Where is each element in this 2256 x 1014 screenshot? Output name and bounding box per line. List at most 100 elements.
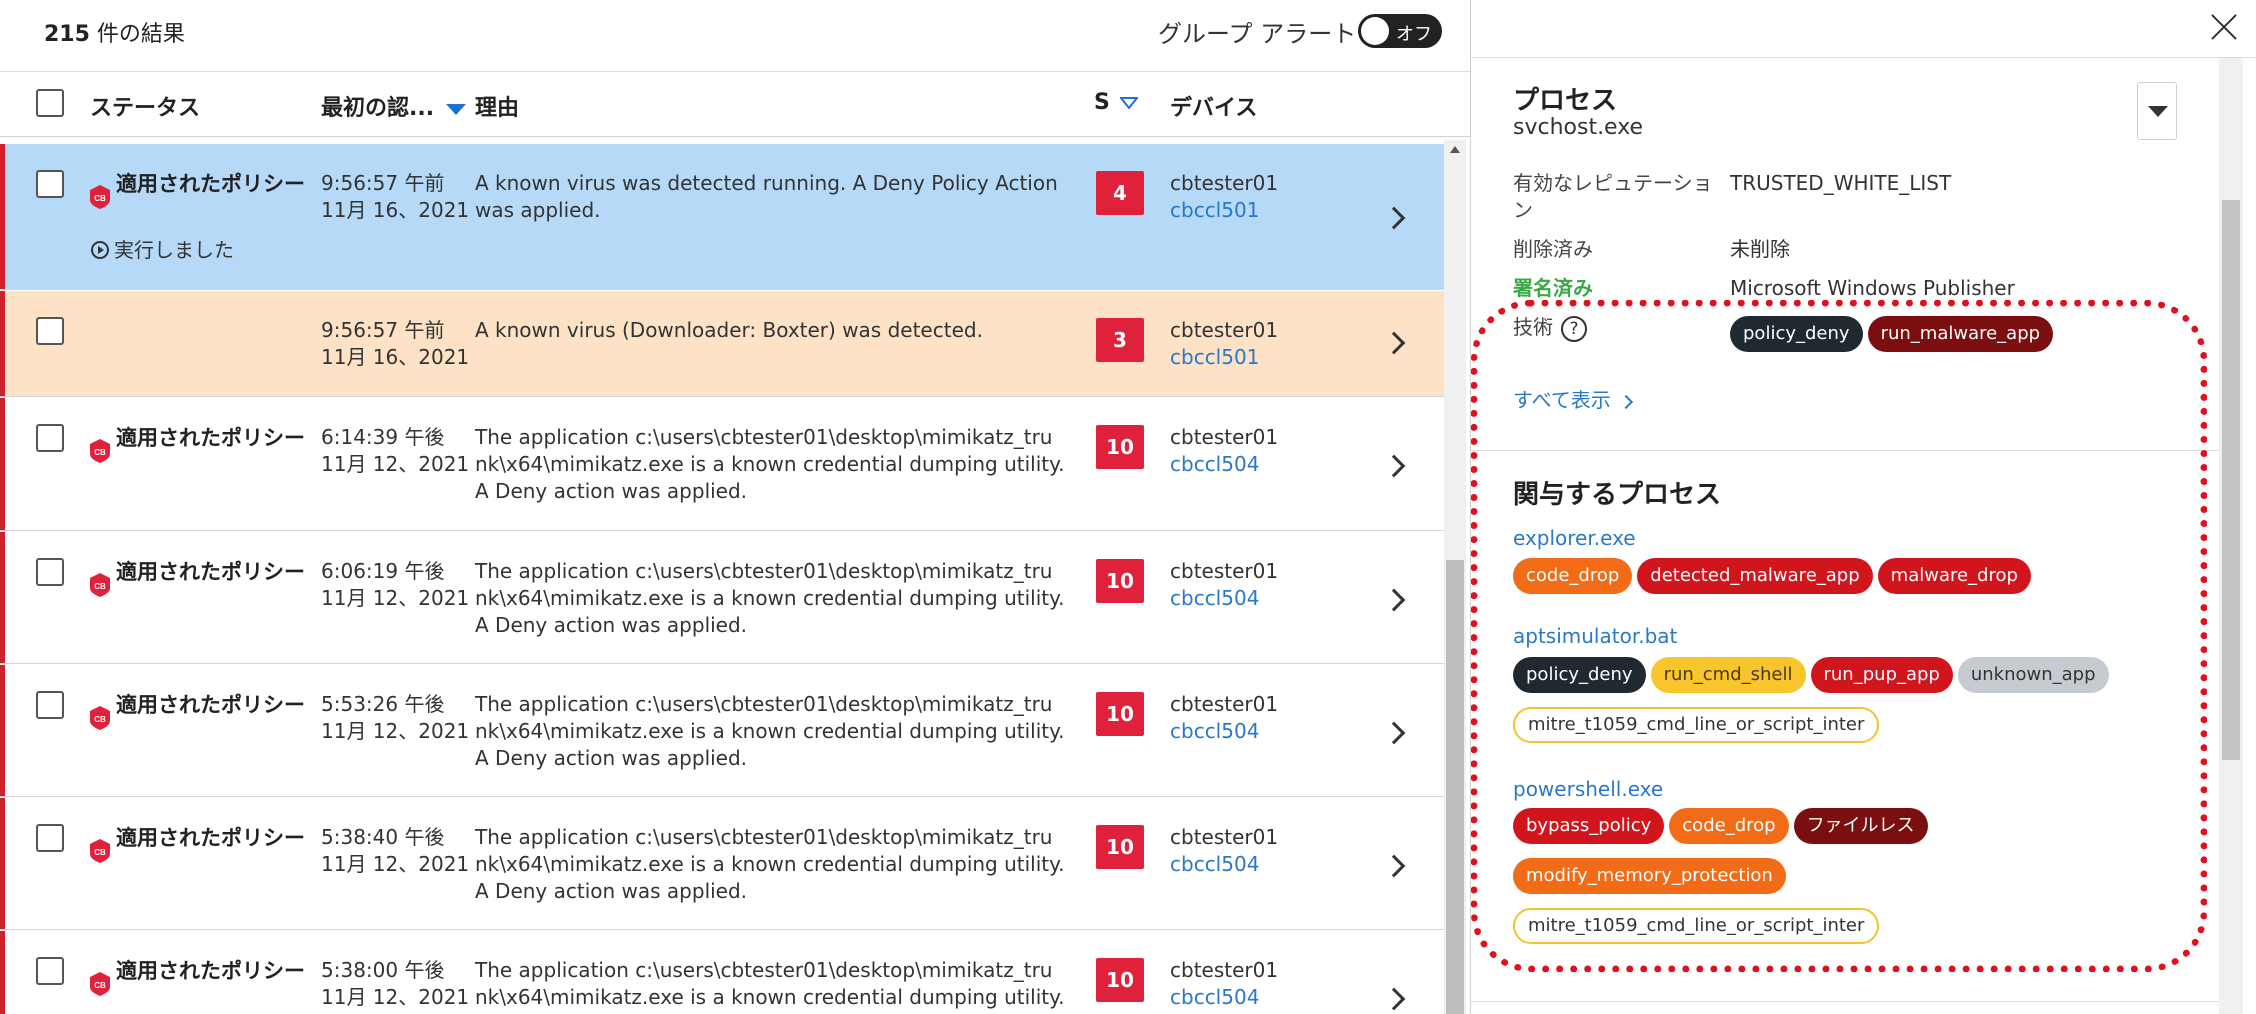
list-scrollbar[interactable] [1444,140,1466,1014]
help-icon[interactable]: ? [1561,315,1587,342]
show-all-link[interactable]: すべて表示 [1513,384,1633,413]
process-link[interactable]: aptsimulator.bat [1513,624,1677,648]
cb-shield-icon: CB [90,185,110,209]
row-severity-bar [0,931,5,1014]
row-checkbox[interactable] [36,691,64,719]
row-severity-bar [0,532,5,663]
chevron-right-icon[interactable] [1382,721,1406,745]
table-row[interactable]: CB 適用されたポリシー 5:53:26 午後 11月 12、2021 The a… [0,665,1444,797]
process-link[interactable]: explorer.exe [1513,526,1636,550]
tag[interactable]: run_malware_app [1867,316,2054,352]
panel-scrollbar[interactable] [2219,58,2243,1014]
tag[interactable]: malware_drop [1877,558,2031,594]
device-link[interactable]: cbccl504 [1170,719,1259,743]
reputation-value: TRUSTED_WHITE_LIST [1730,171,1952,195]
table-row[interactable]: 9:56:57 午前 11月 16、2021 A known virus (Dow… [0,291,1444,397]
reason-text: A known virus (Downloader: Boxter) was d… [475,318,983,342]
chevron-right-icon[interactable] [1382,588,1406,612]
row-checkbox[interactable] [36,558,64,586]
column-severity[interactable]: S [1094,90,1138,115]
first-seen-time: 9:56:57 午前 11月 16、2021 [321,171,470,222]
close-icon[interactable] [2207,10,2241,44]
technique-key: 技術? [1513,314,1718,342]
reason-text: The application c:\users\cbtester01\desk… [475,559,1065,637]
tag[interactable]: code_drop [1669,808,1789,844]
table-row[interactable]: CB 適用されたポリシー 6:14:39 午後 11月 12、2021 The a… [0,398,1444,531]
tag[interactable]: bypass_policy [1513,808,1665,844]
column-status[interactable]: ステータス [90,90,200,122]
device-link[interactable]: cbccl504 [1170,985,1259,1009]
first-seen-time: 5:53:26 午後 11月 12、2021 [321,692,470,743]
row-checkbox[interactable] [36,170,64,198]
tag[interactable]: mitre_t1059_cmd_line_or_script_inter [1513,707,1880,743]
alert-list-pane: 215 件の結果 グループ アラート オフ ステータス 最初の認... 理由 S… [0,0,1470,1014]
scrollbar-thumb[interactable] [1446,560,1464,1014]
cb-shield-icon: CB [90,706,110,730]
device-link[interactable]: cbccl504 [1170,586,1259,610]
table-row[interactable]: CB 適用されたポリシー 6:06:19 午後 11月 12、2021 The a… [0,532,1444,664]
toggle-knob [1361,17,1389,45]
row-severity-bar [0,144,5,289]
tag[interactable]: policy_deny [1730,316,1863,352]
deleted-key: 削除済み [1513,237,1593,261]
device-link[interactable]: cbccl504 [1170,852,1259,876]
technique-tags: policy_deny run_malware_app [1730,316,2190,366]
reason-text: The application c:\users\cbtester01\desk… [475,825,1065,903]
chevron-right-icon[interactable] [1382,454,1406,478]
tag[interactable]: run_pup_app [1810,657,1953,693]
chevron-right-icon[interactable] [1382,331,1406,355]
chevron-right-icon[interactable] [1382,854,1406,878]
tag[interactable]: detected_malware_app [1637,558,1873,594]
tag[interactable]: mitre_t1059_cmd_line_or_script_inter [1513,908,1880,944]
column-device[interactable]: デバイス [1170,90,1257,122]
row-severity-bar [0,665,5,796]
reason-text: The application c:\users\cbtester01\desk… [475,692,1065,770]
cb-shield-icon: CB [90,439,110,463]
device-link[interactable]: cbccl501 [1170,198,1259,222]
table-row[interactable]: CB 適用されたポリシー 5:38:00 午後 11月 12、2021 The a… [0,931,1444,1014]
severity-badge: 10 [1096,559,1144,603]
column-reason[interactable]: 理由 [475,90,519,122]
row-checkbox[interactable] [36,317,64,345]
chevron-right-icon[interactable] [1382,987,1406,1011]
device-link[interactable]: cbccl501 [1170,345,1259,369]
device-cell: cbtester01 cbccl504 [1170,825,1279,876]
first-seen-time: 5:38:40 午後 11月 12、2021 [321,825,470,876]
first-seen-time: 6:14:39 午後 11月 12、2021 [321,425,470,476]
severity-badge: 3 [1096,318,1144,362]
scrollbar-thumb[interactable] [2222,200,2240,760]
process-tags: code_drop detected_malware_app malware_dro… [1513,558,2153,608]
device-link[interactable]: cbccl504 [1170,452,1259,476]
chevron-right-icon[interactable] [1382,206,1406,230]
sort-outline-icon [1119,97,1138,109]
group-alert-toggle[interactable]: オフ [1358,14,1442,48]
device-cell: cbtester01 cbccl504 [1170,692,1279,743]
results-count: 215 件の結果 [44,22,185,47]
svg-text:CB: CB [94,448,106,457]
tag[interactable]: modify_memory_protection [1513,858,1786,894]
table-row[interactable]: CB 適用されたポリシー 5:38:40 午後 11月 12、2021 The a… [0,798,1444,930]
first-seen-time: 6:06:19 午後 11月 12、2021 [321,559,470,610]
row-severity-bar [0,798,5,929]
table-header: ステータス 最初の認... 理由 S デバイス [0,72,1470,137]
process-name: svchost.exe [1513,115,1644,140]
table-row[interactable]: CB 適用されたポリシー 実行しました 9:56:57 午前 11月 16、202… [0,144,1444,290]
cb-shield-icon: CB [90,839,110,863]
severity-badge: 10 [1096,825,1144,869]
column-first-seen[interactable]: 最初の認... [321,90,467,122]
tag[interactable]: policy_deny [1513,657,1646,693]
tag[interactable]: unknown_app [1957,657,2109,693]
tag[interactable]: ファイルレス [1793,808,1928,844]
row-checkbox[interactable] [36,957,64,985]
process-dropdown-button[interactable] [2137,82,2177,140]
scroll-up-arrow-icon[interactable] [1450,146,1460,153]
row-checkbox[interactable] [36,824,64,852]
tag[interactable]: run_cmd_shell [1650,657,1806,693]
status-text: 適用されたポリシー [116,426,305,450]
process-link[interactable]: powershell.exe [1513,777,1663,801]
row-checkbox[interactable] [36,424,64,452]
select-all-checkbox[interactable] [36,89,64,117]
involved-processes-title: 関与するプロセス [1513,480,1722,510]
tag[interactable]: code_drop [1513,558,1633,594]
group-alert-label: グループ アラート [1158,20,1357,48]
